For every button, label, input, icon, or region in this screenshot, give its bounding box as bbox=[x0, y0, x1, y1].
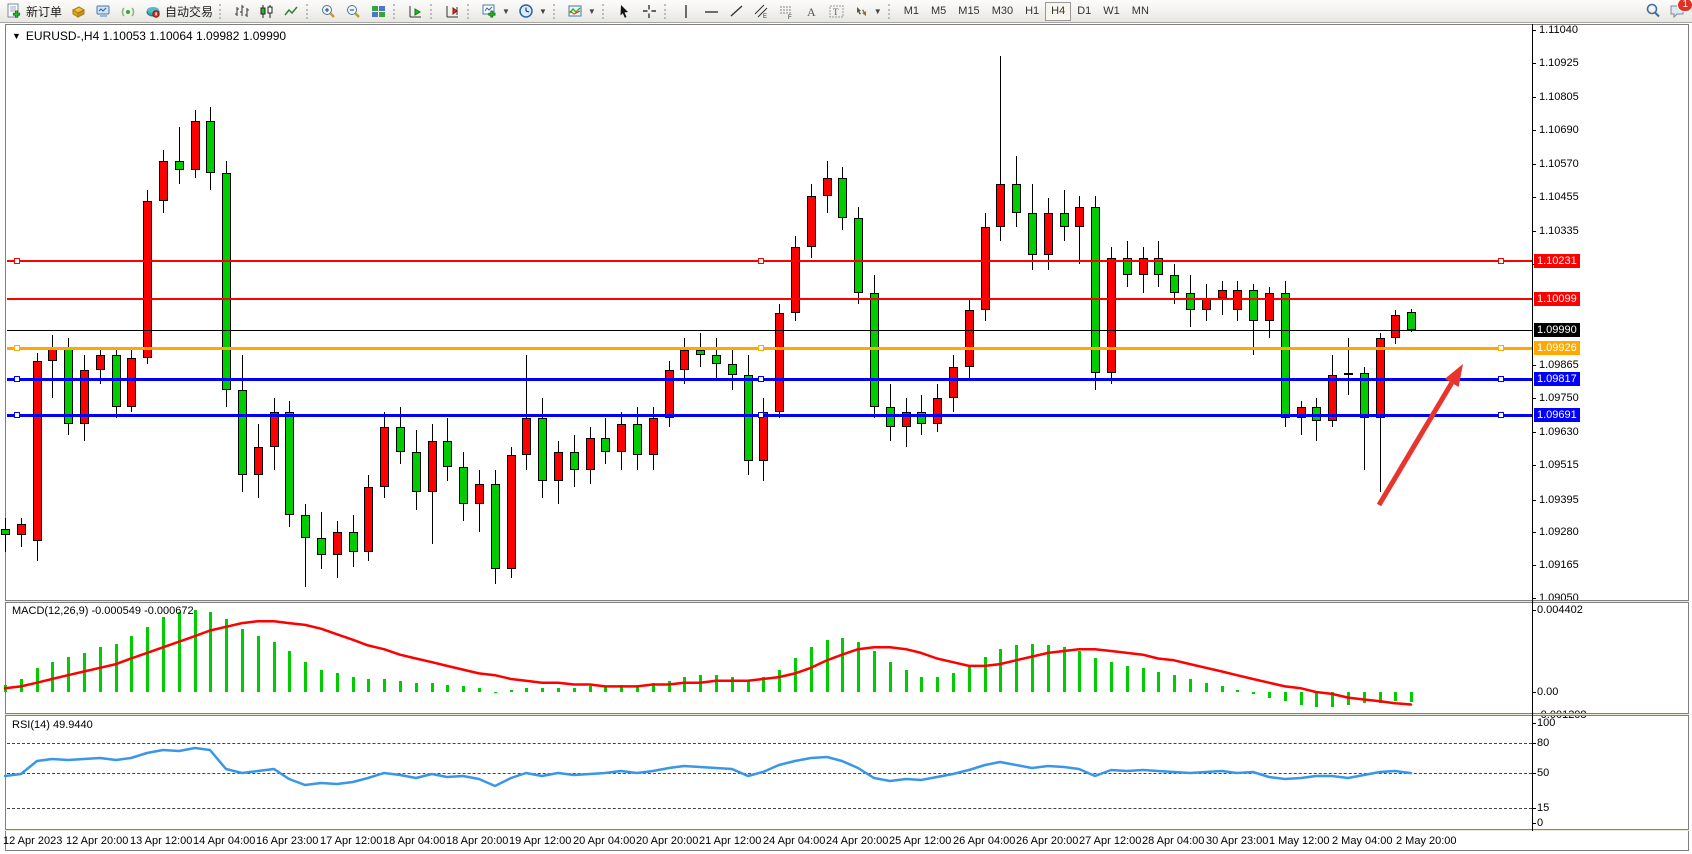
panel-splitter[interactable] bbox=[5, 600, 1689, 603]
chart-menu-icon[interactable]: ▼ bbox=[12, 31, 21, 41]
rsi-indicator-label: RSI(14) 49.9440 bbox=[12, 719, 93, 731]
trading-terminal: 新订单 自动交易 ▼ ▼ ▼ E F A T bbox=[0, 0, 1692, 854]
arrow-annotation[interactable] bbox=[0, 0, 1692, 854]
chart-title: ▼ EURUSD-,H4 1.10053 1.10064 1.09982 1.0… bbox=[12, 29, 286, 43]
chart-title-text: EURUSD-,H4 1.10053 1.10064 1.09982 1.099… bbox=[26, 29, 286, 43]
panel-splitter bbox=[5, 829, 1689, 831]
panel-splitter[interactable] bbox=[5, 713, 1689, 716]
macd-indicator-label: MACD(12,26,9) -0.000549 -0.000672 bbox=[12, 605, 194, 617]
price-axis-line bbox=[1532, 24, 1533, 831]
